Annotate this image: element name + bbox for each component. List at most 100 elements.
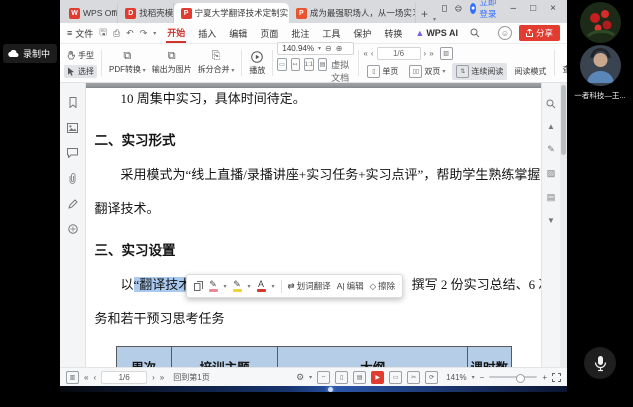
doc-mode-label[interactable]: 虚拟文档 [331, 58, 354, 84]
settings-dropdown-icon[interactable]: ▾ [309, 374, 312, 381]
tab-wps-home[interactable]: W WPS Office [62, 3, 118, 23]
undo-icon[interactable]: ↶ [126, 28, 134, 39]
mobile-icon[interactable] [442, 3, 447, 14]
view-continuous-icon[interactable]: ▤ [353, 371, 366, 384]
note-icon[interactable]: ▤ [547, 192, 556, 203]
highlighter-icon[interactable]: ▨ [547, 168, 556, 179]
popup-edit-button[interactable]: A| 编辑 [337, 280, 364, 292]
popup-word-translate-button[interactable]: ⇄ 划词翻译 [288, 280, 331, 292]
close-button[interactable]: × [547, 3, 559, 14]
status-next-page-icon[interactable]: › [152, 373, 155, 382]
save-icon[interactable]: 🖫 [99, 25, 107, 41]
menu-protect[interactable]: 保护 [352, 25, 372, 42]
status-first-page-icon[interactable]: « [84, 373, 88, 382]
last-page-icon[interactable]: » [429, 49, 433, 58]
menu-tools[interactable]: 工具 [321, 25, 341, 42]
share-button[interactable]: 分享 [519, 25, 560, 41]
page-canvas[interactable]: AI 10 周集中实习，具体时间待定。 二、实习形式 采用模式为“线上直播/录播… [86, 83, 541, 367]
new-tab-button[interactable]: + [416, 7, 433, 23]
next-page-icon[interactable]: › [424, 49, 427, 58]
microphone-button[interactable] [584, 347, 616, 379]
redo-icon[interactable]: ↷ [140, 28, 148, 39]
split-merge-button[interactable]: ⎘ 拆分合并 ▾ [195, 49, 238, 77]
thumbnail-icon[interactable] [67, 123, 78, 133]
login-button[interactable]: ● 立即登录 [470, 0, 500, 20]
qat-more-dropdown-icon[interactable]: ▾ [153, 30, 156, 37]
print-icon[interactable]: ⎙ [113, 28, 120, 39]
doc-mode-icon[interactable]: ▤ [318, 58, 327, 71]
menu-wps-ai[interactable]: ▲ WPS AI [414, 26, 459, 40]
underline-pen-icon[interactable]: ✎ [233, 280, 242, 292]
vertical-scrollbar[interactable] [560, 83, 567, 367]
zoom-level-dropdown[interactable]: 140.94% ▾ ⊖ ⊕ [277, 42, 354, 55]
comment-icon[interactable] [67, 148, 78, 158]
status-page-input[interactable]: 1/6 [101, 371, 147, 384]
continuous-read-toggle[interactable]: ⇅ 连续阅读 [452, 63, 507, 80]
zoom-in-icon[interactable]: ⊕ [336, 44, 343, 53]
status-last-page-icon[interactable]: » [160, 373, 164, 382]
page-number-input[interactable]: 1/6 [377, 47, 421, 60]
pdf-convert-button[interactable]: ⧉ PDF转换 ▾ [106, 49, 149, 77]
view-fullwidth-icon[interactable]: ▭ [389, 371, 402, 384]
fit-page-icon[interactable]: ▭ [277, 58, 286, 71]
status-previous-page-icon[interactable]: ‹ [93, 373, 96, 382]
menu-annotate[interactable]: 批注 [290, 25, 310, 42]
pdf-page[interactable]: AI 10 周集中实习，具体时间待定。 二、实习形式 采用模式为“线上直播/录播… [86, 88, 541, 367]
book-view-icon[interactable]: ▥ [440, 47, 453, 60]
popup-erase-button[interactable]: ◇ 擦除 [370, 280, 396, 292]
previous-page-icon[interactable]: ‹ [371, 49, 374, 58]
menu-page[interactable]: 页面 [259, 25, 279, 42]
double-page-toggle[interactable]: ▯▯ 双页▾ [405, 63, 449, 80]
menu-convert[interactable]: 转换 [383, 25, 403, 42]
zoom-minus-icon[interactable]: − [480, 373, 485, 382]
play-button[interactable]: 播放 [246, 49, 268, 78]
webcam-flower[interactable] [580, 2, 621, 43]
zoom-out-icon[interactable]: ⊖ [325, 44, 332, 53]
hand-tool-button[interactable]: 手型 [64, 49, 97, 62]
find-replace-button[interactable]: 查找替换 [559, 51, 567, 76]
copy-icon[interactable] [194, 281, 203, 291]
zoom-plus-icon[interactable]: + [542, 373, 547, 382]
fullscreen-icon[interactable] [552, 373, 561, 382]
settings-gear-icon[interactable]: ⚙ [296, 372, 304, 383]
scroll-up-icon[interactable]: ▲ [547, 122, 555, 131]
menu-home[interactable]: 开始 [166, 24, 186, 43]
scroll-down-icon[interactable]: ▼ [547, 216, 555, 225]
tab-active-document[interactable]: P 宁夏大学翻译技术定制实习内... × [174, 3, 289, 23]
strikethrough-pen-icon[interactable]: A [257, 280, 266, 292]
menu-insert[interactable]: 插入 [197, 25, 217, 42]
tab-ppt-document[interactable]: P 成为最强职场人，从一场实习热身开... [289, 3, 416, 23]
search-icon[interactable] [470, 28, 480, 38]
stamp-icon[interactable] [68, 224, 78, 234]
feedback-icon[interactable]: ☺ [498, 26, 512, 40]
page-search-icon[interactable] [546, 99, 556, 109]
scrollbar-thumb[interactable] [561, 85, 566, 155]
export-as-image-button[interactable]: ⧉ 输出为图片 [149, 49, 195, 77]
sidebar-toggle-icon[interactable]: ▥ [66, 371, 79, 384]
zoom-slider-knob[interactable] [516, 374, 525, 383]
select-tool-button[interactable]: 选择 [64, 65, 97, 78]
status-jump-label[interactable]: 回到第1页 [173, 372, 209, 383]
first-page-icon[interactable]: « [363, 49, 367, 58]
highlight-pen-icon[interactable]: ✎ [209, 280, 218, 292]
tab-docer-templates[interactable]: D 找稻壳模板 [118, 3, 173, 23]
zoom-slider[interactable] [489, 376, 537, 378]
webcam-person[interactable] [580, 45, 621, 86]
signature-pen-icon[interactable] [68, 199, 78, 209]
single-page-toggle[interactable]: ▯ 单页 [363, 63, 402, 80]
status-zoom-dropdown-icon[interactable]: ▾ [472, 374, 475, 381]
actual-size-icon[interactable]: 1:1 [304, 58, 314, 71]
view-fit-icon[interactable]: ⇔ [317, 371, 330, 384]
read-mode-toggle[interactable]: 阅读模式 [510, 64, 550, 79]
fit-width-icon[interactable]: ⇿ [291, 58, 300, 71]
view-single-icon[interactable]: ▯ [335, 371, 348, 384]
maximize-button[interactable]: □ [527, 3, 539, 14]
menu-edit[interactable]: 编辑 [228, 25, 248, 42]
file-menu[interactable]: ≡ 文件 [67, 27, 93, 40]
view-crop-icon[interactable]: ✂ [407, 371, 420, 384]
view-read-mode-active-icon[interactable]: ▶ [371, 371, 384, 384]
view-rotate-icon[interactable]: ⟳ [425, 371, 438, 384]
status-zoom-value[interactable]: 141% [446, 373, 466, 382]
outline-bookmark-icon[interactable] [68, 97, 78, 108]
minimize-button[interactable]: – [508, 3, 520, 14]
